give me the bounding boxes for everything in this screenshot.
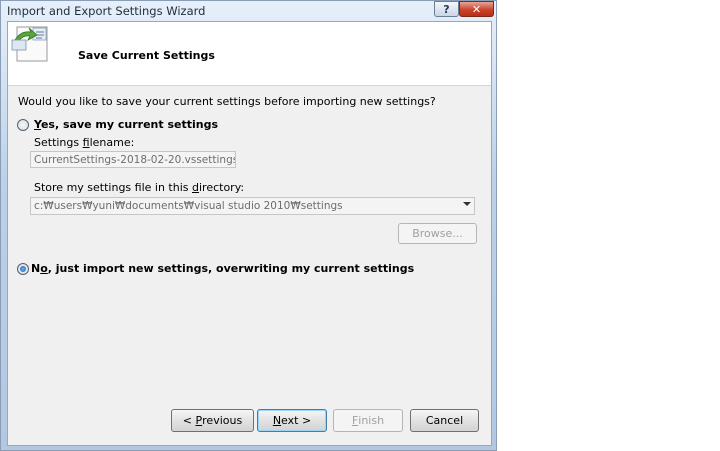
close-button[interactable]: ✕ — [459, 1, 494, 17]
directory-label-suffix: irectory: — [198, 181, 245, 194]
store-directory-value: c:₩users₩yuni₩documents₩visual studio 20… — [34, 200, 343, 212]
next-button[interactable]: Next > — [257, 409, 327, 432]
store-directory-label: Store my settings file in this directory… — [34, 181, 244, 194]
finish-button[interactable]: Finish — [333, 409, 403, 432]
store-directory-dropdown[interactable]: c:₩users₩yuni₩documents₩visual studio 20… — [30, 197, 475, 215]
next-mnemonic: N — [272, 414, 282, 427]
page-title: Save Current Settings — [78, 49, 215, 62]
import-only-text: , just import new settings, overwriting … — [47, 262, 415, 275]
directory-label-mnemonic: d — [192, 181, 199, 194]
save-settings-mnemonic: Y — [34, 118, 41, 131]
import-only-mnemonic: o — [40, 262, 48, 275]
import-only-label[interactable]: No, just import new settings, overwritin… — [31, 262, 414, 275]
wizard-settings-icon — [11, 26, 48, 62]
help-icon: ? — [443, 2, 450, 16]
settings-filename-field[interactable]: CurrentSettings-2018-02-20.vssettings — [30, 151, 236, 168]
help-button[interactable]: ? — [434, 1, 459, 17]
import-only-prefix: N — [31, 262, 41, 275]
filename-label-suffix: ilename: — [89, 136, 135, 149]
window-title: Import and Export Settings Wizard — [7, 4, 206, 18]
import-only-radio[interactable] — [17, 263, 29, 275]
previous-mnemonic: P — [195, 414, 203, 427]
wizard-header: Save Current Settings — [8, 22, 491, 86]
finish-text: inish — [358, 414, 385, 427]
next-text: ext > — [281, 414, 312, 427]
settings-filename-label: Settings filename: — [34, 136, 134, 149]
save-settings-label[interactable]: Yes, save my current settings — [34, 118, 218, 131]
save-settings-text: es, save my current settings — [40, 118, 219, 131]
filename-label-prefix: Settings — [34, 136, 83, 149]
title-bar[interactable]: Import and Export Settings Wizard ? ✕ — [1, 1, 496, 21]
close-icon: ✕ — [471, 2, 482, 16]
previous-button[interactable]: < Previous — [171, 409, 254, 432]
previous-prefix: < — [182, 414, 196, 427]
question-text: Would you like to save your current sett… — [18, 95, 436, 108]
directory-label-prefix: Store my settings file in this — [34, 181, 192, 194]
save-settings-radio[interactable] — [17, 119, 29, 131]
browse-button[interactable]: Browse... — [398, 223, 477, 244]
filename-label-mnemonic: f — [82, 136, 90, 149]
cancel-button[interactable]: Cancel — [410, 409, 479, 432]
previous-text: revious — [202, 414, 243, 427]
wizard-body: Save Current Settings Would you like to … — [7, 21, 492, 446]
wizard-window: Import and Export Settings Wizard ? ✕ Sa… — [0, 0, 497, 451]
chevron-down-icon[interactable] — [463, 202, 471, 206]
